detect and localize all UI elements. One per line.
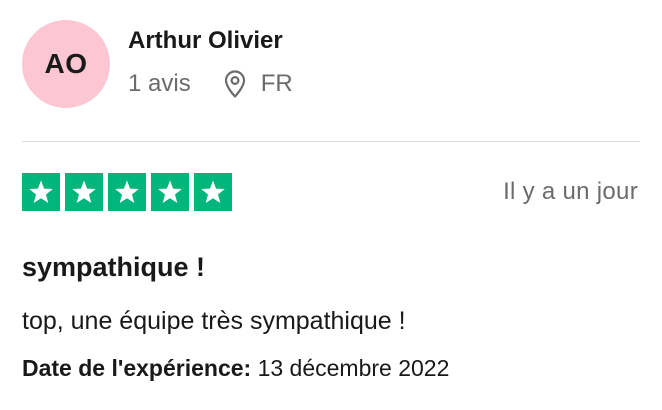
star-icon [108, 173, 146, 211]
divider [22, 141, 640, 142]
avatar[interactable]: AO [22, 20, 110, 108]
location-pin-icon [223, 70, 247, 98]
reviewer-info: Arthur Olivier 1 avis FR [128, 20, 293, 98]
reviewer-header: AO Arthur Olivier 1 avis FR [22, 20, 293, 108]
star-rating [22, 173, 232, 211]
reviewer-name[interactable]: Arthur Olivier [128, 26, 293, 56]
experience-date: Date de l'expérience: 13 décembre 2022 [22, 355, 449, 382]
experience-date-label: Date de l'expérience: [22, 355, 252, 381]
star-icon [22, 173, 60, 211]
review-card: AO Arthur Olivier 1 avis FR Il y a un jo… [0, 0, 662, 410]
reviewer-meta: 1 avis FR [128, 70, 293, 98]
review-text: top, une équipe très sympathique ! [22, 307, 406, 335]
star-icon [194, 173, 232, 211]
review-relative-date: Il y a un jour [503, 178, 638, 205]
avatar-initials: AO [44, 48, 88, 79]
review-count: 1 avis [128, 70, 191, 97]
review-title[interactable]: sympathique ! [22, 252, 205, 283]
star-icon [151, 173, 189, 211]
star-icon [65, 173, 103, 211]
reviewer-location: FR [223, 70, 293, 98]
experience-date-value: 13 décembre 2022 [257, 355, 450, 381]
reviewer-country: FR [260, 70, 293, 97]
